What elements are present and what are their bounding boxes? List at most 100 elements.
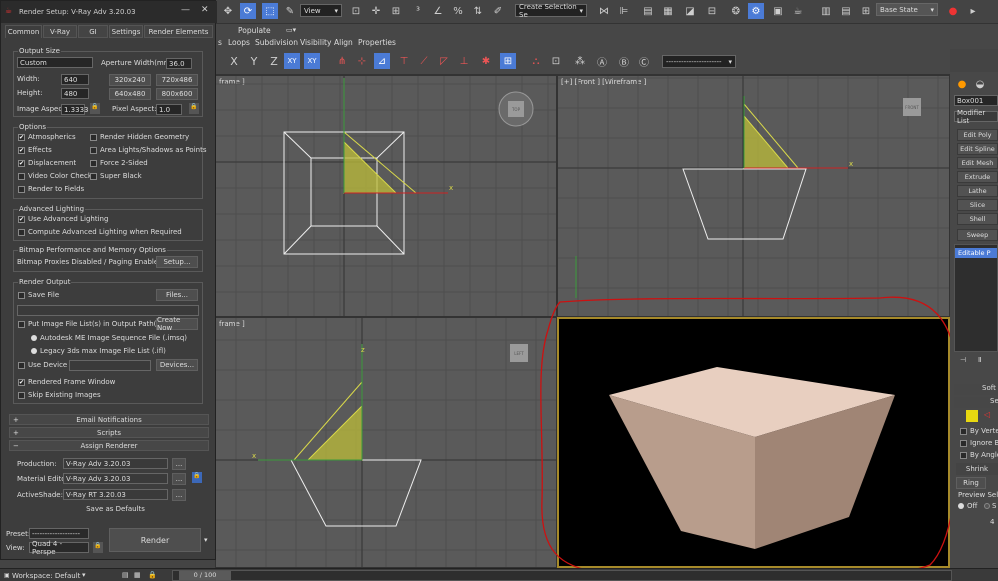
- super-black-checkbox[interactable]: [90, 173, 97, 180]
- keyboard-shortcut-icon[interactable]: ⊞: [388, 3, 404, 19]
- preview-off-radio[interactable]: [958, 503, 964, 509]
- video-color-check-checkbox[interactable]: [18, 173, 25, 180]
- modifier-list-dropdown[interactable]: Modifier List: [954, 109, 998, 125]
- pivot-icon[interactable]: ⊡: [348, 3, 364, 19]
- render-setup-icon[interactable]: ⚙: [748, 3, 764, 19]
- compute-advanced-lighting-checkbox[interactable]: [18, 229, 25, 236]
- edge-mode-icon[interactable]: ◁: [984, 410, 990, 419]
- bitmap-setup-button[interactable]: Setup...: [156, 256, 198, 268]
- choose-activeshade-renderer-button[interactable]: ...: [172, 489, 186, 501]
- axis-xy-lock-button[interactable]: XY: [304, 53, 320, 69]
- modifier-slice-button[interactable]: Slice: [957, 199, 998, 211]
- grid-icon[interactable]: ⊞: [858, 3, 874, 19]
- align-icon[interactable]: ⊫: [616, 3, 632, 19]
- ribbon-menu-icon[interactable]: ▭▾: [286, 26, 296, 34]
- preset-800x600-button[interactable]: 800x600: [156, 88, 198, 100]
- create-now-button[interactable]: Create Now: [156, 316, 198, 332]
- output-path-field[interactable]: [17, 305, 199, 316]
- spinner-snap-icon[interactable]: ⇅: [470, 3, 486, 19]
- record-icon[interactable]: ●: [945, 3, 961, 19]
- snap-perp-icon[interactable]: ⊥: [456, 53, 472, 69]
- snap-endpoint-icon[interactable]: ⊿: [374, 53, 390, 69]
- snap-options-icon[interactable]: ⁂: [572, 53, 588, 69]
- time-slider-thumb[interactable]: 0 / 100: [179, 571, 231, 580]
- vertex-mode-icon[interactable]: [966, 410, 978, 422]
- preview-subobj-radio[interactable]: [984, 503, 990, 509]
- viewport-front[interactable]: [+] [Front ] [Wireframe ] x FRONT: [557, 75, 950, 317]
- atmospherics-checkbox[interactable]: ✔: [18, 134, 25, 141]
- force-2-sided-checkbox[interactable]: [90, 160, 97, 167]
- scene-explorer-small-icon[interactable]: ▦: [134, 571, 141, 579]
- create-tab-icon[interactable]: ●: [954, 76, 970, 92]
- axis-y-button[interactable]: Y: [246, 53, 262, 69]
- tab-vray[interactable]: V-Ray: [43, 25, 77, 38]
- by-vertex-checkbox[interactable]: [960, 428, 967, 435]
- axis-xy-button[interactable]: XY: [284, 53, 300, 69]
- modifier-lathe-button[interactable]: Lathe: [957, 185, 998, 197]
- shrink-button[interactable]: Shrink: [956, 463, 998, 475]
- use-advanced-lighting-checkbox[interactable]: ✔: [18, 216, 25, 223]
- files-button[interactable]: Files...: [156, 289, 198, 301]
- show-end-result-icon[interactable]: Ⅱ: [978, 356, 981, 364]
- save-as-defaults-button[interactable]: Save as Defaults: [63, 503, 168, 515]
- viewport-left[interactable]: frame ] x z LEFT: [215, 317, 557, 568]
- by-angle-checkbox[interactable]: [960, 452, 967, 459]
- snap-vertex-icon[interactable]: ⊹: [354, 53, 370, 69]
- edit-named-selection-icon[interactable]: ✐: [490, 3, 506, 19]
- snap-tangent-icon[interactable]: ✱: [478, 53, 494, 69]
- time-slider[interactable]: 0 / 100: [172, 570, 952, 581]
- viewport-top[interactable]: frame ] x TOP: [215, 75, 557, 317]
- choose-production-renderer-button[interactable]: ...: [172, 458, 186, 470]
- selection-set-dropdown[interactable]: Create Selection Se ▾: [515, 3, 587, 19]
- email-notifications-rollout[interactable]: + Email Notifications: [9, 414, 209, 425]
- snap-grid-icon[interactable]: ⊞: [500, 53, 516, 69]
- view-dropdown[interactable]: Quad 4 - Perspe: [29, 540, 89, 556]
- device-field[interactable]: [69, 360, 151, 371]
- tab-common[interactable]: Common: [5, 25, 42, 38]
- tab-loops[interactable]: Loops: [228, 38, 250, 47]
- height-field[interactable]: 480: [61, 88, 89, 99]
- preset-dropdown[interactable]: -------------------: [29, 528, 89, 539]
- aperture-width-field[interactable]: 36.0: [166, 58, 192, 69]
- modifier-extrude-button[interactable]: Extrude: [957, 171, 998, 183]
- tab-gi[interactable]: GI: [78, 25, 108, 38]
- tab-render-elements[interactable]: Render Elements: [144, 25, 213, 38]
- axis-z-button[interactable]: Z: [266, 53, 282, 69]
- effects-checkbox[interactable]: ✔: [18, 147, 25, 154]
- play-icon[interactable]: ▸: [965, 3, 981, 19]
- pin-stack-icon[interactable]: ⊣: [960, 356, 966, 364]
- snap-edge-icon[interactable]: ⟋: [416, 53, 432, 69]
- schematic-icon[interactable]: ⊟: [704, 3, 720, 19]
- layer-tool-icon[interactable]: ▤: [122, 571, 129, 579]
- image-aspect-field[interactable]: 1.3333: [61, 104, 89, 115]
- lock-selection-icon[interactable]: 🔒: [148, 571, 157, 579]
- tab-align[interactable]: Align: [334, 38, 353, 47]
- displacement-checkbox[interactable]: ✔: [18, 160, 25, 167]
- workspace-dropdown-icon[interactable]: ▾: [82, 571, 86, 579]
- percent-snap-icon[interactable]: %: [450, 3, 466, 19]
- mirror-icon[interactable]: ⋈: [596, 3, 612, 19]
- tab-s[interactable]: s: [218, 38, 222, 47]
- modify-tab-icon[interactable]: ◒: [972, 76, 988, 92]
- reference-coordinate-dropdown[interactable]: View ▾: [300, 4, 342, 17]
- edit-icon[interactable]: ✎: [282, 3, 298, 19]
- select-icon[interactable]: ✥: [220, 3, 236, 19]
- scripts-rollout[interactable]: + Scripts: [9, 427, 209, 438]
- snap-bbox-icon[interactable]: ⊡: [548, 53, 564, 69]
- choose-material-renderer-button[interactable]: ...: [172, 473, 186, 485]
- pixel-aspect-field[interactable]: 1.0: [156, 104, 182, 115]
- material-editor-icon[interactable]: ❂: [728, 3, 744, 19]
- state-set-dropdown[interactable]: Base State ▾: [876, 3, 938, 16]
- angle-snap-icon[interactable]: ∠: [430, 3, 446, 19]
- snap-midpoint-icon[interactable]: ⊤: [396, 53, 412, 69]
- modifier-sweep-button[interactable]: Sweep: [957, 229, 998, 241]
- named-selection-b-icon[interactable]: Ⓑ: [616, 53, 632, 69]
- preset-320x240-button[interactable]: 320x240: [109, 74, 151, 86]
- axis-x-button[interactable]: X: [226, 53, 242, 69]
- tab-populate[interactable]: Populate: [238, 26, 271, 35]
- preset-720x486-button[interactable]: 720x486: [156, 74, 198, 86]
- render-hidden-geometry-checkbox[interactable]: [90, 134, 97, 141]
- lock-view-icon[interactable]: 🔒: [93, 542, 103, 553]
- lock-pixel-aspect-icon[interactable]: 🔒: [189, 103, 199, 114]
- modifier-edit-spline-button[interactable]: Edit Spline: [957, 143, 998, 155]
